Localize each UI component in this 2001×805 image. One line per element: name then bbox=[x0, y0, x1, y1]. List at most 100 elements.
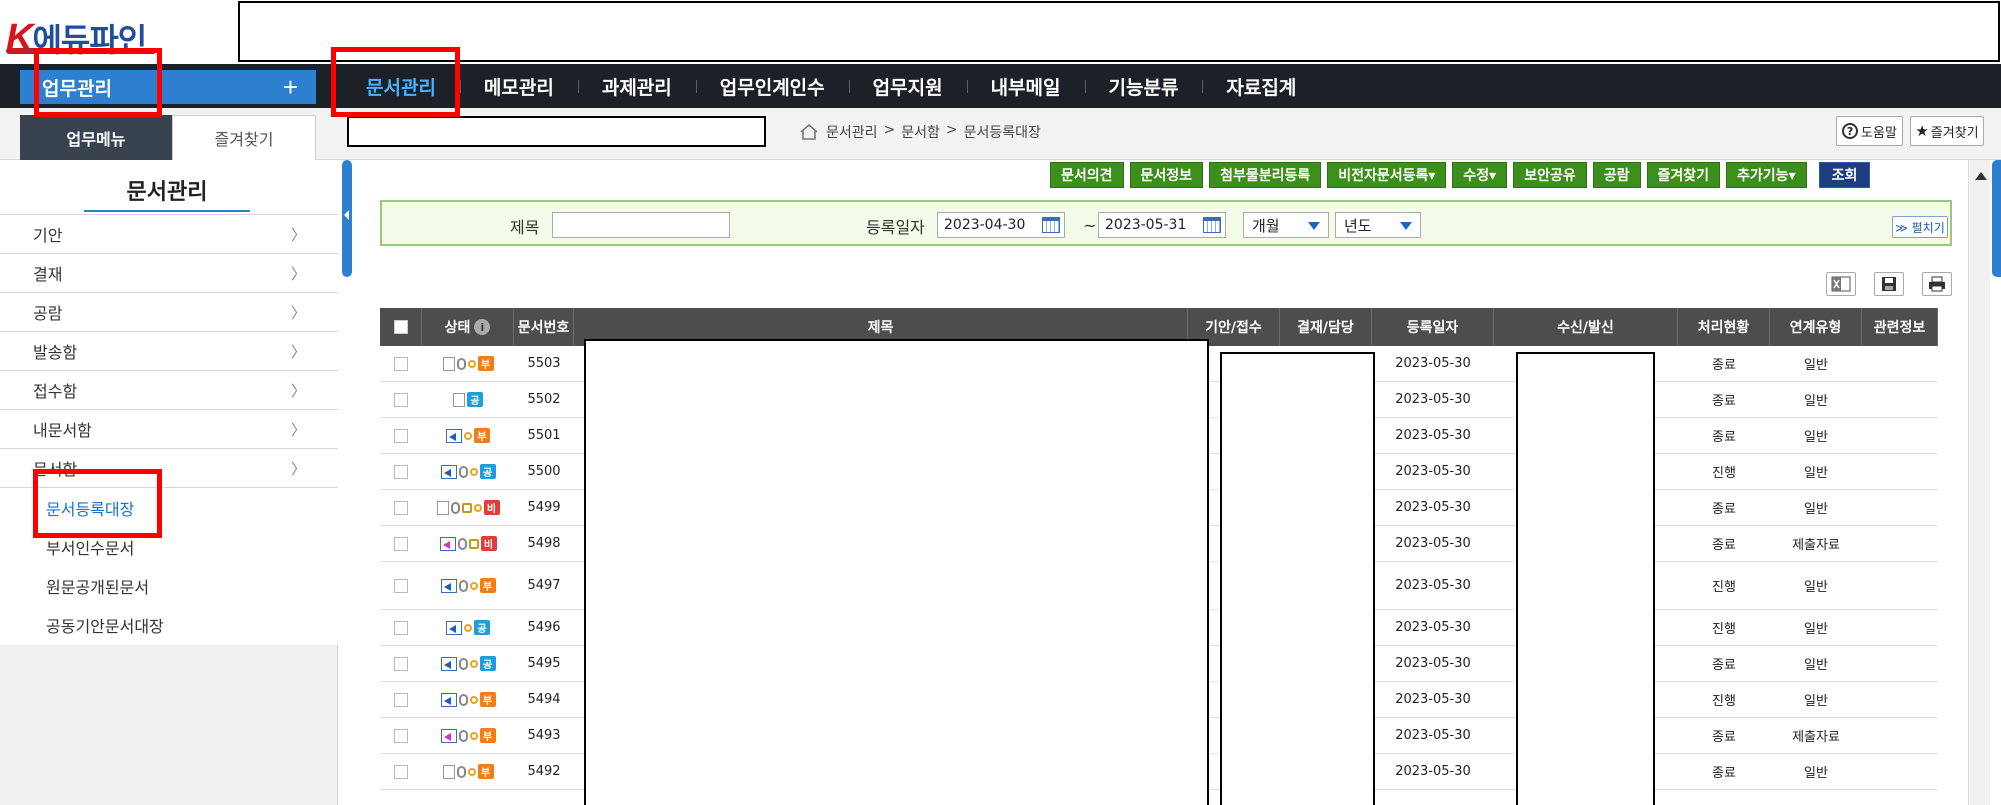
sidebar-subitem[interactable]: 문서등록대장 bbox=[0, 488, 338, 527]
select-all-checkbox[interactable] bbox=[393, 320, 408, 334]
vertical-scrollbar[interactable] bbox=[1968, 160, 1990, 805]
period-select[interactable]: 개월 bbox=[1243, 212, 1329, 238]
info-icon[interactable]: i bbox=[474, 319, 491, 335]
link-type: 일반 bbox=[1804, 694, 1828, 709]
sidebar-item[interactable]: 결재 〉 bbox=[0, 253, 338, 292]
doc-number: 5500 bbox=[527, 464, 561, 479]
plus-icon[interactable]: + bbox=[283, 72, 298, 103]
calendar-icon[interactable] bbox=[1203, 217, 1221, 233]
toolbar-button[interactable]: 문서의견 bbox=[1050, 162, 1124, 188]
table-cell: 일반 bbox=[1770, 646, 1862, 681]
print-icon bbox=[1929, 276, 1945, 292]
favorite-button[interactable]: ★ 즐겨찾기 bbox=[1910, 116, 1984, 146]
table-cell: 일반 bbox=[1770, 562, 1862, 609]
work-management-label: 업무관리 bbox=[42, 78, 112, 100]
right-panel-handle[interactable] bbox=[1992, 160, 2001, 277]
date-from-input[interactable]: 2023-04-30 bbox=[937, 212, 1065, 238]
row-checkbox[interactable] bbox=[394, 578, 408, 593]
toolbar-button[interactable]: 수정▾ bbox=[1452, 162, 1508, 188]
row-checkbox[interactable] bbox=[394, 500, 408, 515]
work-management-button[interactable]: 업무관리 + bbox=[20, 70, 316, 104]
row-checkbox[interactable] bbox=[394, 764, 408, 779]
main-nav-menu: 문서관리 메모관리 과제관리 업무인계인수 업무지원 내부메일 기능분류 자료집계 bbox=[342, 64, 1320, 108]
column-header-label: 수신/발신 bbox=[1557, 320, 1614, 336]
doc-number: 5503 bbox=[527, 356, 561, 371]
ring-icon bbox=[467, 767, 476, 776]
table-cell: 2023-05-30 bbox=[1372, 646, 1494, 681]
chevron-right-icon: 〉 bbox=[290, 264, 306, 283]
scroll-up-icon[interactable] bbox=[1975, 172, 1987, 180]
nav-item[interactable]: 과제관리 bbox=[577, 64, 696, 108]
toolbar-button[interactable]: 문서정보 bbox=[1129, 162, 1204, 188]
column-header: 연계유형 bbox=[1770, 308, 1862, 346]
print-button[interactable] bbox=[1922, 272, 1952, 296]
toolbar-button[interactable]: 보안공유 bbox=[1513, 162, 1587, 188]
breadcrumb-item[interactable]: 문서함 bbox=[901, 122, 940, 142]
edufine-logo[interactable]: K 에듀파인 bbox=[6, 17, 156, 59]
table-cell: 2023-05-30 bbox=[1372, 754, 1494, 789]
receive-icon bbox=[440, 728, 457, 743]
badge-partial-icon: 부 bbox=[477, 356, 494, 371]
nav-item[interactable]: 내부메일 bbox=[966, 64, 1085, 108]
toolbar-button[interactable]: 즐겨찾기 bbox=[1646, 162, 1721, 188]
sidebar-item[interactable]: 기안 〉 bbox=[0, 214, 338, 253]
sidebar-subitem[interactable]: 부서인수문서 bbox=[0, 527, 338, 566]
row-checkbox[interactable] bbox=[394, 620, 408, 635]
year-select[interactable]: 년도 bbox=[1335, 212, 1421, 238]
nav-item[interactable]: 기능분류 bbox=[1084, 64, 1203, 108]
search-button[interactable]: 조회 bbox=[1818, 162, 1871, 188]
toolbar-button[interactable]: 공람 bbox=[1592, 162, 1641, 188]
table-cell bbox=[380, 346, 422, 381]
sidebar-item[interactable]: 공람 〉 bbox=[0, 292, 338, 331]
sidebar-subitem[interactable]: 공동기안문서대장 bbox=[0, 605, 338, 644]
excel-export-button[interactable] bbox=[1826, 272, 1856, 296]
help-button[interactable]: ? 도움말 bbox=[1836, 116, 1903, 146]
redacted-search-field[interactable] bbox=[347, 116, 766, 147]
chevron-right-icon: 〉 bbox=[290, 225, 306, 244]
tab-work-menu[interactable]: 업무메뉴 bbox=[20, 115, 172, 160]
save-button[interactable] bbox=[1874, 272, 1904, 296]
sidebar-subitem[interactable]: 원문공개된문서 bbox=[0, 566, 338, 605]
nav-item[interactable]: 메모관리 bbox=[459, 64, 578, 108]
processing-status: 종료 bbox=[1712, 394, 1736, 409]
row-checkbox[interactable] bbox=[394, 536, 408, 551]
row-checkbox[interactable] bbox=[394, 656, 408, 671]
nav-item[interactable]: 업무인계인수 bbox=[695, 64, 849, 108]
sidebar-item[interactable]: 문서함 〉 bbox=[0, 448, 338, 487]
chevron-right-icon: 〉 bbox=[290, 342, 306, 361]
unfold-button[interactable]: ≫ 펼치기 bbox=[1892, 216, 1948, 238]
processing-status: 진행 bbox=[1712, 622, 1736, 637]
row-checkbox[interactable] bbox=[394, 428, 408, 443]
title-filter-input[interactable] bbox=[552, 212, 730, 238]
toolbar-button[interactable]: 비전자문서등록▾ bbox=[1327, 162, 1447, 188]
table-cell: 종료 bbox=[1678, 526, 1770, 561]
ring-icon bbox=[467, 359, 476, 368]
table-cell: 종료 bbox=[1678, 718, 1770, 753]
nav-item[interactable]: 문서관리 bbox=[342, 64, 460, 108]
toolbar-button[interactable]: 추가기능▾ bbox=[1726, 162, 1807, 188]
nav-item[interactable]: 자료집계 bbox=[1202, 64, 1320, 108]
calendar-icon[interactable] bbox=[1042, 217, 1060, 233]
row-checkbox[interactable] bbox=[394, 392, 408, 407]
date-to-input[interactable]: 2023-05-31 bbox=[1098, 212, 1226, 238]
sidebar-item[interactable]: 내문서함 〉 bbox=[0, 409, 338, 448]
home-icon[interactable] bbox=[800, 124, 818, 140]
toolbar-button[interactable]: 첨부물분리등록 bbox=[1209, 162, 1322, 188]
table-cell: 5495 bbox=[514, 646, 574, 681]
column-header: 상태 i bbox=[422, 308, 514, 346]
row-checkbox[interactable] bbox=[394, 464, 408, 479]
row-checkbox[interactable] bbox=[394, 356, 408, 371]
row-checkbox[interactable] bbox=[394, 692, 408, 707]
attachment-icon bbox=[450, 501, 460, 514]
table-cell: 비 bbox=[422, 526, 514, 561]
tab-favorites[interactable]: 즐겨찾기 bbox=[172, 115, 316, 160]
table-cell: 종료 bbox=[1678, 346, 1770, 381]
nav-item[interactable]: 업무지원 bbox=[848, 64, 967, 108]
column-header[interactable] bbox=[380, 308, 422, 346]
breadcrumb-item[interactable]: 문서관리 bbox=[826, 122, 878, 142]
row-checkbox[interactable] bbox=[394, 728, 408, 743]
sidebar-item[interactable]: 발송함 〉 bbox=[0, 331, 338, 370]
breadcrumb-item[interactable]: 문서등록대장 bbox=[964, 122, 1041, 142]
sidebar-collapse-handle[interactable] bbox=[342, 160, 352, 277]
sidebar-item[interactable]: 접수함 〉 bbox=[0, 370, 338, 409]
